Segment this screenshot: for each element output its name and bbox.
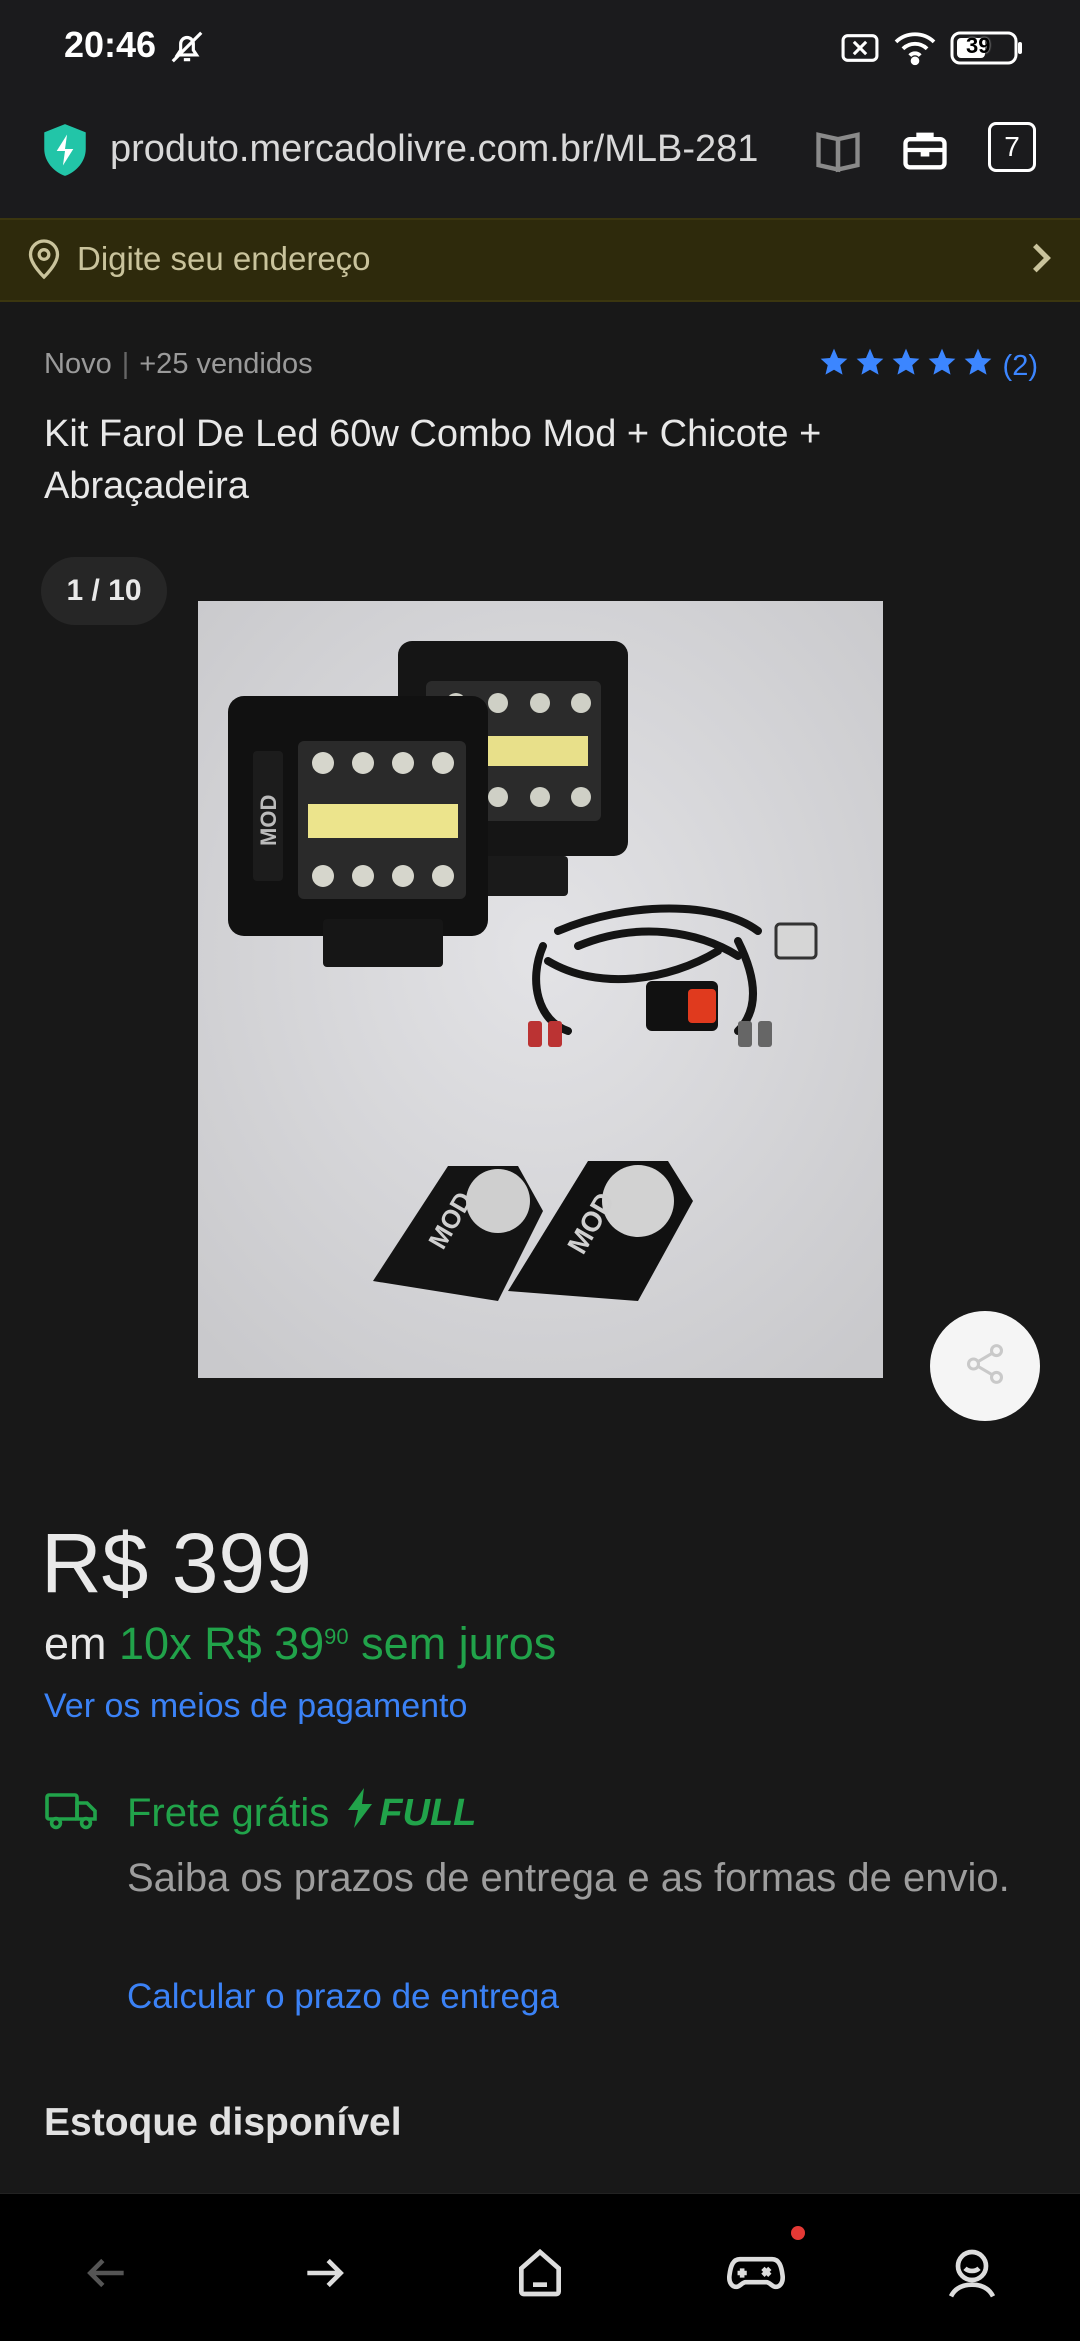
sim-off-icon [840, 30, 880, 71]
status-bar: 20:46 39 [0, 0, 1080, 96]
calculate-delivery-link[interactable]: Calcular o prazo de entrega [127, 1977, 559, 2017]
profile-button[interactable] [937, 2240, 1007, 2310]
address-prompt-text: Digite seu endereço [77, 240, 371, 277]
star-icon [853, 346, 887, 386]
star-icon [925, 346, 959, 386]
price: R$ 399 [41, 1516, 312, 1610]
installment-cents: 90 [324, 1624, 349, 1649]
address-prompt-bar[interactable]: Digite seu endereço [0, 218, 1080, 302]
bottom-navigation [0, 2193, 1080, 2341]
condition-label: Novo [44, 348, 112, 380]
lightning-icon [345, 1788, 375, 1838]
share-icon [962, 1341, 1008, 1392]
home-icon [512, 2245, 568, 2306]
games-button[interactable] [721, 2226, 805, 2310]
notification-dot [791, 2226, 805, 2240]
svg-text:MOD: MOD [256, 795, 281, 846]
sold-count: +25 vendidos [139, 348, 313, 380]
arrow-left-icon [82, 2248, 132, 2303]
star-icon [889, 346, 923, 386]
secure-shield-icon[interactable] [40, 122, 90, 183]
full-label: FULL [379, 1791, 477, 1834]
free-shipping-label: Frete grátis [127, 1790, 330, 1835]
forward-button[interactable] [289, 2240, 359, 2310]
payment-methods-link[interactable]: Ver os meios de pagamento [44, 1687, 467, 1726]
star-icon [817, 346, 851, 386]
tabs-button[interactable]: 7 [988, 122, 1036, 172]
image-counter: 1 / 10 [41, 557, 167, 625]
installment-value: 10x R$ 39 [119, 1618, 325, 1669]
browser-url-bar: produto.mercadolivre.com.br/MLB-281 7 [0, 96, 1080, 218]
product-image[interactable]: MOD MOD MOD [198, 601, 883, 1378]
free-shipping: Frete grátis FULL [127, 1788, 476, 1838]
share-button[interactable] [930, 1311, 1040, 1421]
mute-bell-icon [168, 28, 206, 71]
product-title: Kit Farol De Led 60w Combo Mod + Chicote… [44, 413, 822, 507]
star-icon [961, 346, 995, 386]
location-pin-icon [26, 238, 62, 285]
installments: em 10x R$ 3990 sem juros [44, 1618, 556, 1670]
gamepad-icon [726, 2245, 786, 2306]
status-time: 20:46 [64, 24, 157, 65]
product-meta: Novo | +25 vendidos [44, 348, 313, 380]
home-button[interactable] [505, 2240, 575, 2310]
truck-icon [44, 1791, 100, 1836]
url-text[interactable]: produto.mercadolivre.com.br/MLB-281 [110, 128, 800, 171]
installment-suffix: sem juros [361, 1618, 557, 1669]
back-button[interactable] [72, 2240, 142, 2310]
stock-heading: Estoque disponível [44, 2101, 402, 2144]
profile-icon [944, 2245, 1000, 2306]
battery-level: 39 [966, 33, 991, 58]
rating-count: (2) [1002, 349, 1038, 382]
shipping-description: Saiba os prazos de entrega e as formas d… [127, 1856, 1010, 1900]
tab-count: 7 [1004, 131, 1020, 162]
chevron-right-icon [1028, 240, 1056, 281]
rating[interactable]: (2) [817, 346, 1038, 386]
toolbox-icon[interactable] [898, 124, 952, 181]
arrow-right-icon [299, 2248, 349, 2303]
full-badge: FULL [345, 1788, 476, 1838]
reader-icon[interactable] [812, 124, 864, 181]
wifi-icon [892, 28, 938, 71]
installment-prefix: em [44, 1618, 107, 1669]
battery-icon: 39 [950, 30, 1024, 71]
